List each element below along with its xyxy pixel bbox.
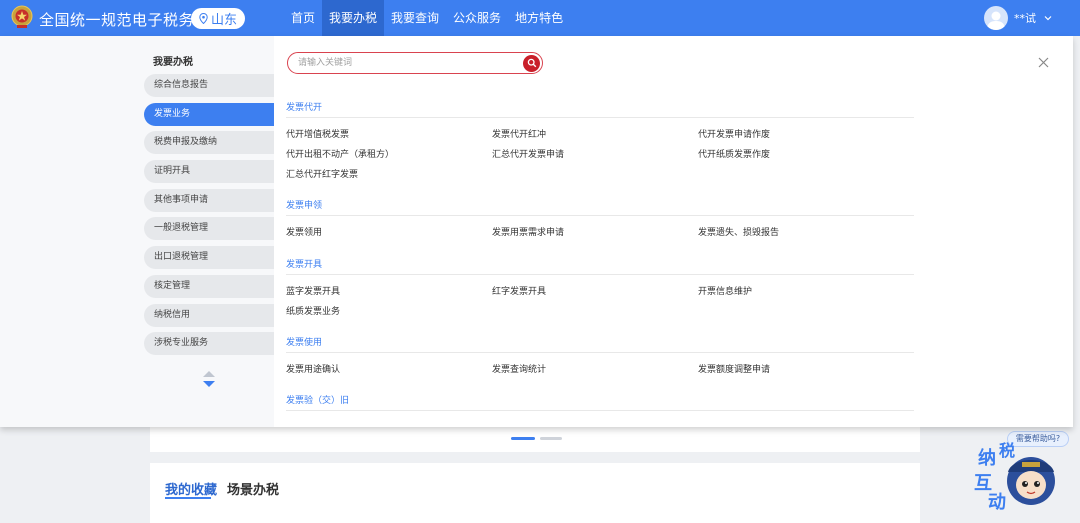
tax-mascot-icon[interactable]: 纳 税 互 动 <box>972 440 1080 513</box>
link-red-invoice-issue[interactable]: 红字发票开具 <box>492 284 546 297</box>
user-icon <box>987 11 1005 30</box>
search-input[interactable] <box>298 56 518 70</box>
section-title-invoice-claim: 发票申领 <box>286 201 323 211</box>
link-summary-red-invoice[interactable]: 汇总代开红字发票 <box>286 167 358 180</box>
carousel-indicator[interactable] <box>511 437 562 440</box>
nav-handle-tax[interactable]: 我要办税 <box>322 0 385 36</box>
top-navbar: 全国统一规范电子税务局 山东 首页 我要办税 我要查询 公众服务 地方特色 **… <box>0 0 1080 36</box>
link-invoice-quota-adjust[interactable]: 发票额度调整申请 <box>698 362 770 375</box>
sidebar-item-general-refund[interactable]: 一般退税管理 <box>144 217 274 241</box>
user-menu[interactable]: **试 <box>984 6 1052 30</box>
tax-services-dropdown: 我要办税 综合信息报告 发票业务 税费申报及缴纳 证明开具 其他事项申请 一般退… <box>0 36 1073 427</box>
category-list: 综合信息报告 发票业务 税费申报及缴纳 证明开具 其他事项申请 一般退税管理 出… <box>144 74 274 361</box>
link-paper-invoice-business[interactable]: 纸质发票业务 <box>286 304 340 317</box>
main-nav: 首页 我要办税 我要查询 公众服务 地方特色 <box>284 0 570 36</box>
tax-emblem-logo <box>11 5 33 28</box>
sidebar-item-assessment[interactable]: 核定管理 <box>144 274 274 298</box>
carousel-dot[interactable] <box>540 437 562 440</box>
region-label: 山东 <box>211 13 238 28</box>
scroll-arrows-icon[interactable] <box>202 370 216 388</box>
link-summary-agency-application[interactable]: 汇总代开发票申请 <box>492 147 564 160</box>
section-divider <box>286 215 914 216</box>
chevron-down-icon <box>1044 16 1052 21</box>
sidebar-item-comprehensive-report[interactable]: 综合信息报告 <box>144 74 274 97</box>
link-agency-red-reverse[interactable]: 发票代开红冲 <box>492 127 546 140</box>
sidebar-item-professional-service[interactable]: 涉税专业服务 <box>144 332 274 356</box>
link-invoice-loss-report[interactable]: 发票遗失、损毁报告 <box>698 225 779 238</box>
link-invoice-query-stats[interactable]: 发票查询统计 <box>492 362 546 375</box>
tab-active-underline <box>165 497 211 499</box>
avatar <box>984 6 1008 30</box>
svg-text:税: 税 <box>999 441 1015 460</box>
user-name: **试 <box>1014 12 1036 25</box>
sidebar-item-invoice-business[interactable]: 发票业务 <box>144 102 274 126</box>
link-invoice-demand-application[interactable]: 发票用票需求申请 <box>492 225 564 238</box>
close-icon[interactable] <box>1038 57 1049 68</box>
sidebar-item-tax-credit[interactable]: 纳税信用 <box>144 303 274 327</box>
section-title-invoice-issue: 发票开具 <box>286 260 323 270</box>
section-title-invoice-verify-old: 发票验（交）旧 <box>286 396 350 406</box>
link-blue-invoice-issue[interactable]: 蓝字发票开具 <box>286 284 340 297</box>
sidebar-title: 我要办税 <box>153 57 193 68</box>
link-invoice-info-maintenance[interactable]: 开票信息维护 <box>698 284 752 297</box>
nav-home[interactable]: 首页 <box>284 0 322 36</box>
section-title-invoice-agency: 发票代开 <box>286 103 323 113</box>
svg-text:互: 互 <box>974 473 992 494</box>
tab-scenario-tax[interactable]: 场景办税 <box>227 479 279 498</box>
location-pin-icon <box>199 13 208 24</box>
nav-query[interactable]: 我要查询 <box>384 0 446 36</box>
link-invoice-purpose-confirm[interactable]: 发票用途确认 <box>286 362 340 375</box>
section-divider <box>286 410 914 411</box>
nav-local-features[interactable]: 地方特色 <box>508 0 570 36</box>
sidebar-item-certificate[interactable]: 证明开具 <box>144 160 274 184</box>
sidebar-item-other-application[interactable]: 其他事项申请 <box>144 188 274 212</box>
svg-text:纳: 纳 <box>978 447 996 469</box>
nav-public-service[interactable]: 公众服务 <box>446 0 508 36</box>
link-agency-void-application[interactable]: 代开发票申请作废 <box>698 127 770 140</box>
search-icon <box>527 58 536 68</box>
section-divider <box>286 117 914 118</box>
region-selector[interactable]: 山东 <box>191 8 245 29</box>
sidebar-item-export-refund[interactable]: 出口退税管理 <box>144 246 274 270</box>
link-agency-vat-invoice[interactable]: 代开增值税发票 <box>286 127 349 140</box>
link-invoice-receive[interactable]: 发票领用 <box>286 225 322 238</box>
link-agency-paper-void[interactable]: 代开纸质发票作废 <box>698 147 770 160</box>
svg-text:动: 动 <box>988 492 1006 513</box>
section-divider <box>286 352 914 353</box>
link-agency-rental-property[interactable]: 代开出租不动产（承租方） <box>286 147 394 160</box>
tab-my-favorites[interactable]: 我的收藏 <box>165 479 217 498</box>
search-button[interactable] <box>523 54 540 72</box>
carousel-dot-active[interactable] <box>511 437 535 440</box>
section-title-invoice-use: 发票使用 <box>286 338 323 348</box>
section-divider <box>286 274 914 275</box>
sidebar-item-tax-declaration[interactable]: 税费申报及缴纳 <box>144 131 274 155</box>
search-box <box>287 52 543 74</box>
site-title[interactable]: 全国统一规范电子税务局 <box>39 9 210 30</box>
